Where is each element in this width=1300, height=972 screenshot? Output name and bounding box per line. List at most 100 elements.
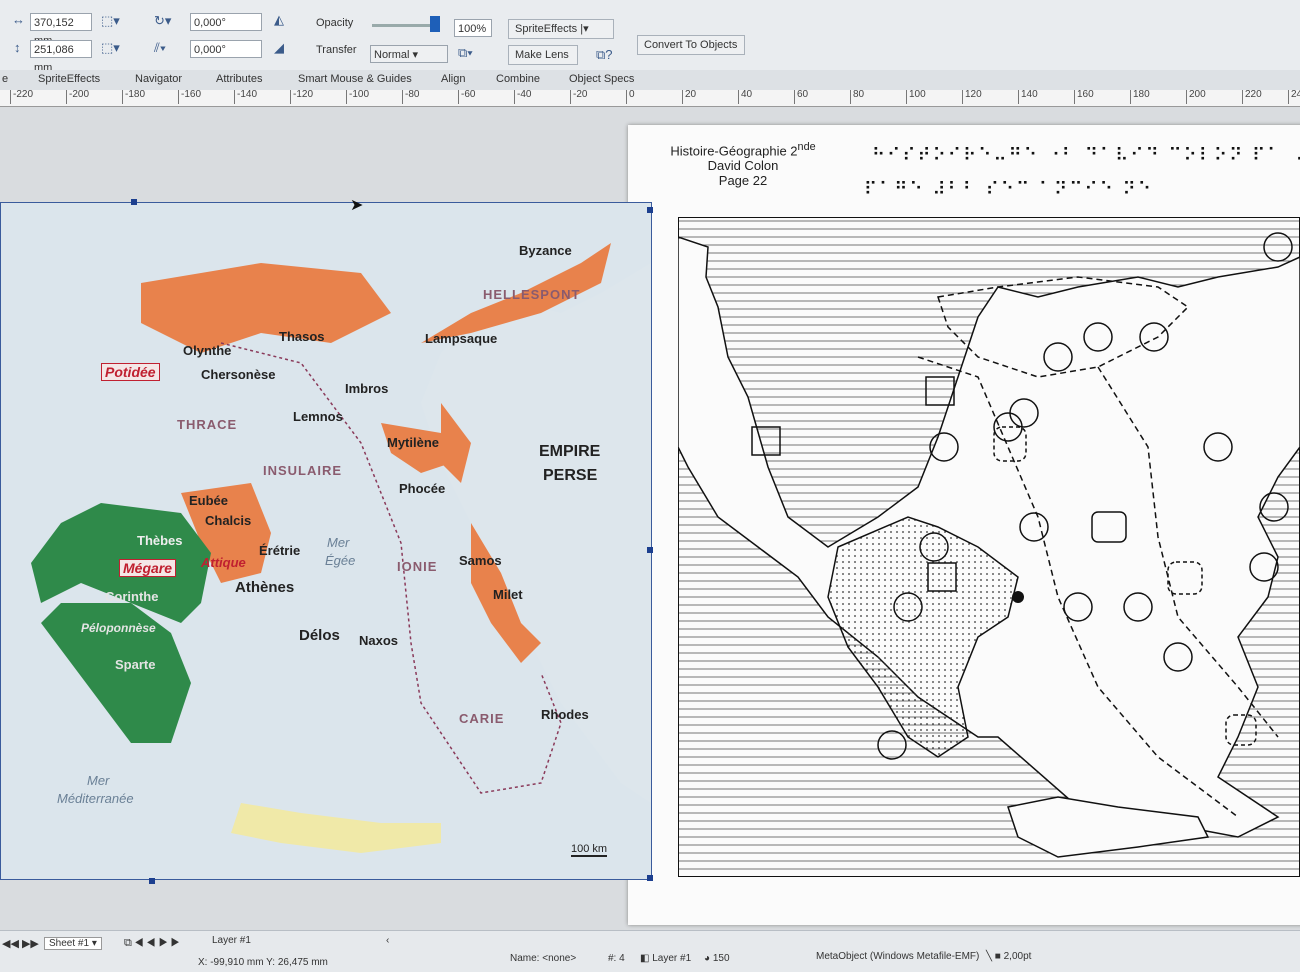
tab-attributes[interactable]: Attributes bbox=[216, 73, 262, 85]
tab-object-specs[interactable]: Object Specs bbox=[569, 73, 634, 85]
rotate-angle-field[interactable]: 0,000° bbox=[190, 13, 262, 31]
opacity-slider-thumb[interactable] bbox=[430, 16, 440, 32]
ruler-tick: -60 bbox=[458, 90, 475, 104]
tab-align[interactable]: Align bbox=[441, 73, 465, 85]
opacity-label: Opacity bbox=[316, 17, 354, 29]
tab-partial[interactable]: e bbox=[2, 73, 8, 85]
ruler-tick: -200 bbox=[66, 90, 89, 104]
page-header: Histoire-Géographie 2nde David Colon Pag… bbox=[658, 141, 828, 188]
horizontal-ruler[interactable]: -220 -200 -180 -160 -140 -120 -100 -80 -… bbox=[0, 90, 1300, 107]
map-label-chersonese: Chersonèse bbox=[201, 367, 276, 382]
map-label-thrace: THRACE bbox=[177, 417, 238, 432]
ruler-tick: 100 bbox=[906, 90, 926, 104]
property-bar: ↔ 370,152 mm ↕ 251,086 mm ⬚▾ ⬚▾ ↻▾ ⫽▾ 0,… bbox=[0, 0, 1300, 74]
map-label-attique: Attique bbox=[201, 555, 246, 570]
map-label-delos: Délos bbox=[299, 627, 340, 644]
skew-icon[interactable]: ⫽▾ bbox=[154, 40, 166, 56]
scroll-left-icon[interactable]: ‹ bbox=[386, 935, 389, 946]
cursor-coordinates: X: -99,910 mm Y: 26,475 mm bbox=[198, 957, 328, 968]
colored-map-image[interactable]: Byzance HELLESPONT Thasos Lampsaque Olyn… bbox=[0, 202, 652, 880]
map-label-mytilene: Mytilène bbox=[387, 435, 440, 450]
convert-to-objects-button[interactable]: Convert To Objects bbox=[637, 35, 745, 55]
scale-icon[interactable]: ⬚▾ bbox=[101, 40, 120, 56]
ruler-tick: 20 bbox=[682, 90, 696, 104]
opacity-value-field[interactable]: 100% bbox=[454, 19, 492, 37]
zoom-indicator: ◕ 150 bbox=[704, 953, 730, 964]
map-label-milet: Milet bbox=[493, 587, 523, 602]
page-number-text: Page 22 bbox=[718, 173, 768, 189]
map-label-carie: CARIE bbox=[459, 711, 505, 726]
ruler-tick: 220 bbox=[1242, 90, 1262, 104]
selection-handle-top[interactable] bbox=[131, 199, 137, 205]
map-label-naxos: Naxos bbox=[359, 633, 399, 648]
tactile-page[interactable]: Histoire-Géographie 2nde David Colon Pag… bbox=[628, 125, 1300, 925]
drawing-canvas[interactable]: Histoire-Géographie 2nde David Colon Pag… bbox=[0, 107, 1300, 930]
braille-line-2: ⠏⠁⠛⠑ ⠼⠃⠃ ⠎⠑⠉ ⠁⠝⠉⠊⠑ ⠝⠑ bbox=[864, 179, 1154, 200]
object-name: Name: <none> bbox=[510, 953, 577, 964]
size-icon[interactable]: ⬚▾ bbox=[101, 13, 120, 29]
line-width-indicator: ╲ ■ 2,00pt bbox=[986, 951, 1032, 962]
flip-icon[interactable]: ◢ bbox=[274, 40, 284, 56]
tab-smart-mouse[interactable]: Smart Mouse & Guides bbox=[298, 73, 412, 85]
subject-text: Histoire-Géographie 2 bbox=[670, 143, 798, 159]
tab-navigator[interactable]: Navigator bbox=[135, 73, 182, 85]
tab-combine[interactable]: Combine bbox=[496, 73, 540, 85]
map-label-empire: EMPIRE bbox=[539, 443, 601, 460]
map-label-megare: Mégare bbox=[119, 559, 177, 577]
map-label-sparte: Sparte bbox=[115, 657, 156, 672]
ruler-tick: -80 bbox=[402, 90, 419, 104]
docker-tabs: e SpriteEffects Navigator Attributes Sma… bbox=[0, 70, 1300, 91]
map-label-olynthe: Olynthe bbox=[183, 343, 232, 358]
sheet-select[interactable]: Sheet #1 ▾ bbox=[44, 937, 102, 950]
tactile-map[interactable] bbox=[678, 217, 1300, 877]
selection-handle-top-right[interactable] bbox=[647, 207, 653, 213]
map-label-byzance: Byzance bbox=[519, 243, 572, 258]
ruler-tick: 120 bbox=[962, 90, 982, 104]
ruler-tick: 80 bbox=[850, 90, 864, 104]
ruler-tick: 140 bbox=[1018, 90, 1038, 104]
help-icon[interactable]: ⧉? bbox=[596, 47, 613, 63]
map-label-lemnos: Lemnos bbox=[293, 409, 343, 424]
map-label-samos: Samos bbox=[459, 553, 502, 568]
opacity-slider[interactable] bbox=[372, 24, 434, 27]
layer-nav-icons[interactable]: ⧉ ◀ ◀ ▶ ▶ bbox=[124, 937, 179, 950]
status-bar: ◀◀ ▶▶ Sheet #1 ▾ ⧉ ◀ ◀ ▶ ▶ Layer #1 ‹ X:… bbox=[0, 930, 1300, 972]
selection-handle-bottom[interactable] bbox=[149, 878, 155, 884]
selection-handle-right[interactable] bbox=[647, 547, 653, 553]
skew-angle-field[interactable]: 0,000° bbox=[190, 40, 262, 58]
object-type: MetaObject (Windows Metafile-EMF) bbox=[816, 951, 980, 962]
braille-line-1: ⠓⠊⠎⠞⠕⠊⠗⠑⠤⠛⠑ ⠐⠃ ⠙⠁⠧⠊⠙ ⠉⠕⠇⠕⠝ ⠏⠁ ⠠ bbox=[872, 145, 1300, 166]
x-position-field[interactable]: 370,152 mm bbox=[30, 13, 92, 47]
sheet-nav-icons[interactable]: ◀◀ ▶▶ bbox=[2, 937, 39, 950]
ruler-tick: 24 bbox=[1288, 90, 1300, 104]
rotate-icon[interactable]: ↻▾ bbox=[154, 13, 171, 29]
ruler-tick: 160 bbox=[1074, 90, 1094, 104]
layer-indicator: ◧ Layer #1 bbox=[640, 953, 692, 964]
sprite-effects-select[interactable]: SpriteEffects |▾ bbox=[508, 19, 614, 39]
tab-spriteeffects[interactable]: SpriteEffects bbox=[38, 73, 100, 85]
map-label-mer-mediterranee: Mer bbox=[87, 773, 110, 788]
mouse-cursor-icon: ➤ bbox=[350, 197, 364, 214]
make-lens-button[interactable]: Make Lens bbox=[508, 45, 578, 65]
ruler-tick: -140 bbox=[234, 90, 257, 104]
ruler-tick: -120 bbox=[290, 90, 313, 104]
mirror-icon[interactable]: ◭ bbox=[274, 12, 284, 28]
ruler-tick: 180 bbox=[1130, 90, 1150, 104]
lens-options-icon[interactable]: ⧉▾ bbox=[458, 45, 473, 61]
map-label-thasos: Thasos bbox=[279, 329, 325, 344]
y-position-field[interactable]: 251,086 mm bbox=[30, 40, 92, 74]
ruler-tick: 60 bbox=[794, 90, 808, 104]
selection-handle-bottom-right[interactable] bbox=[647, 875, 653, 881]
ruler-tick: 0 bbox=[626, 90, 635, 104]
map-label-mediterranee: Méditerranée bbox=[57, 791, 134, 806]
object-count: #: 4 bbox=[608, 953, 625, 964]
subject-superscript: nde bbox=[797, 141, 816, 153]
layer-name[interactable]: Layer #1 bbox=[212, 935, 251, 946]
ruler-tick: -100 bbox=[346, 90, 369, 104]
transfer-mode-select[interactable]: Normal ▾ bbox=[370, 45, 448, 63]
ruler-tick: 40 bbox=[738, 90, 752, 104]
map-label-insulaire: INSULAIRE bbox=[263, 463, 343, 478]
ruler-tick: -180 bbox=[122, 90, 145, 104]
ruler-tick: -20 bbox=[570, 90, 587, 104]
author-text: David Colon bbox=[707, 158, 779, 174]
